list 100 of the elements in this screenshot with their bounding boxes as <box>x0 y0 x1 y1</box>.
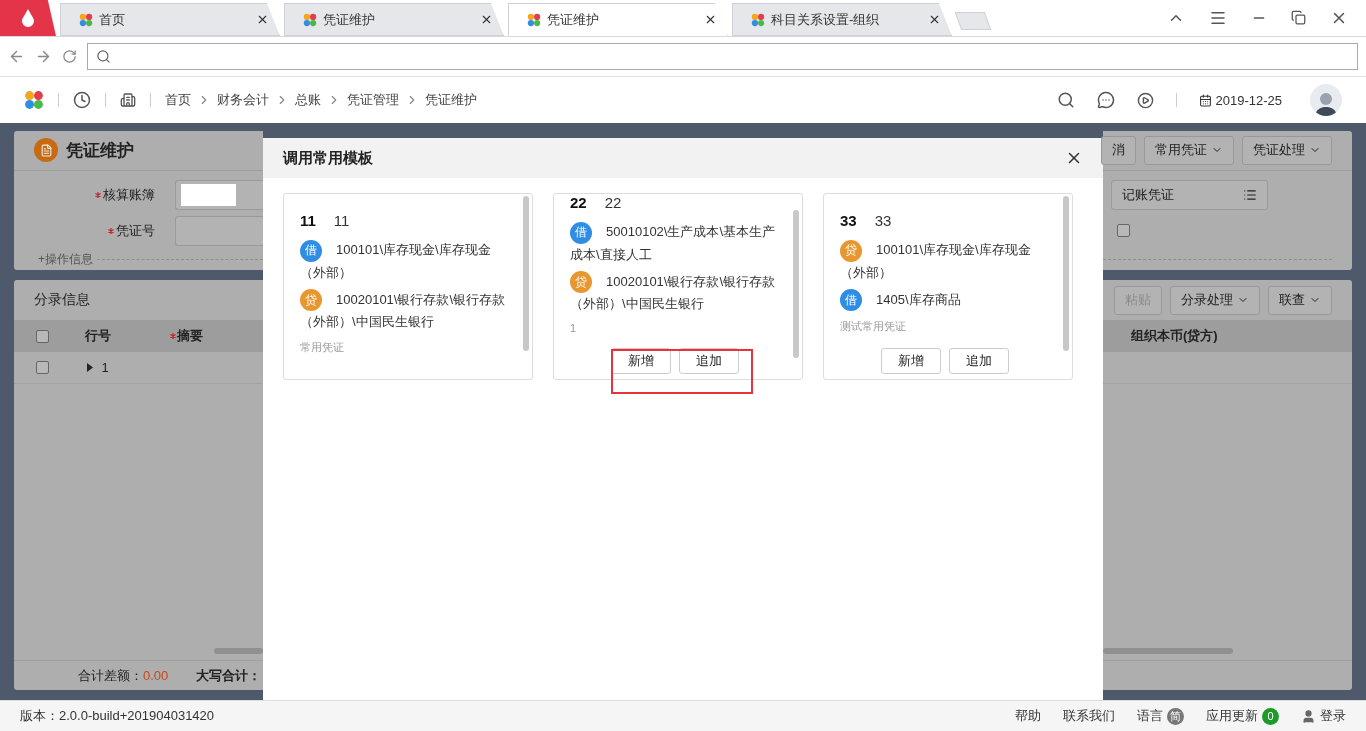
toolbar-button[interactable]: 常用凭证 <box>1144 135 1234 165</box>
side-badge: 贷 <box>840 239 862 262</box>
required-icon <box>108 227 114 234</box>
page-title: 凭证维护 <box>66 139 134 162</box>
scrollbar[interactable] <box>523 196 529 351</box>
template-note: 测试常用凭证 <box>840 319 907 335</box>
play-icon[interactable] <box>1136 91 1154 109</box>
drop-logo-icon <box>21 8 35 27</box>
logo-icon <box>527 12 541 27</box>
template-card[interactable]: 33 33 贷 100101\库存现金\库存现金（外部） 借 1405\库存商品 测试常用凭证 新增 追加 <box>823 193 1073 380</box>
version-text: 版本：2.0.0-build+201904031420 <box>20 707 215 725</box>
breadcrumb-link[interactable]: 财务会计 <box>217 91 269 109</box>
expand-icon[interactable] <box>87 363 94 372</box>
close-icon[interactable] <box>256 13 269 26</box>
card-button[interactable]: 追加 <box>949 348 1009 375</box>
close-icon[interactable] <box>704 13 717 26</box>
entry-account: 借 1405\库存商品 <box>840 288 1050 312</box>
date-text: 2019-12-25 <box>1215 92 1282 108</box>
count-badge: 0 <box>1262 707 1279 725</box>
footer-link[interactable]: 帮助 <box>1015 707 1041 725</box>
input-field[interactable] <box>175 215 263 246</box>
login-link[interactable]: 登录 <box>1320 707 1346 725</box>
dialog-title: 调用常用模板 <box>283 148 373 168</box>
entry-account: 贷 10020101\银行存款\银行存款（外部）\中国民生银行 <box>570 270 777 314</box>
section-title: 分录信息 <box>34 291 90 309</box>
avatar[interactable] <box>1310 84 1342 116</box>
list-icon <box>1243 187 1257 202</box>
restore-icon[interactable] <box>1291 10 1306 25</box>
checkbox[interactable] <box>35 361 49 374</box>
breadcrumb-link[interactable]: 凭证维护 <box>425 91 477 109</box>
side-badge: 贷 <box>300 289 322 312</box>
breadcrumb-link[interactable]: 首页 <box>165 91 191 109</box>
browser-tab[interactable]: 科目关系设置-组织 <box>732 3 952 36</box>
search-icon <box>96 49 111 64</box>
logo-icon <box>751 12 765 27</box>
scrollbar[interactable] <box>793 210 799 358</box>
card-button[interactable]: 新增 <box>881 348 941 375</box>
language-badge: 简 <box>1167 707 1184 725</box>
template-card[interactable]: 11 11 借 100101\库存现金\库存现金（外部） 贷 10020101\银行存款\银行存款（外部）\中国民生银行 常用凭证 <box>283 193 533 380</box>
breadcrumb-link[interactable]: 凭证管理 <box>347 91 399 109</box>
voucher-type-select[interactable]: 记账凭证 <box>1111 179 1268 210</box>
scrollbar[interactable] <box>214 648 263 654</box>
card-button[interactable]: 追加 <box>679 348 739 375</box>
logo-icon <box>24 90 44 110</box>
calendar-icon <box>1198 93 1212 107</box>
entry-account: 借 50010102\生产成本\基本生产成本\直接人工 <box>570 221 780 265</box>
required-icon <box>95 191 101 198</box>
browser-tab[interactable]: 凭证维护 <box>508 3 728 36</box>
toolbar-button[interactable]: 消 <box>1101 135 1136 165</box>
toolbar-button[interactable]: 凭证处理 <box>1242 135 1332 165</box>
template-note: 1 <box>570 322 578 335</box>
close-icon[interactable] <box>480 13 493 26</box>
required-icon <box>169 333 176 339</box>
operation-info-link[interactable]: +操作信息 <box>38 250 93 268</box>
address-field[interactable] <box>87 43 1358 70</box>
template-code: 33 <box>840 212 857 229</box>
back-icon[interactable] <box>8 48 25 65</box>
side-badge: 借 <box>840 289 862 312</box>
browser-tab[interactable]: 首页 <box>60 3 280 36</box>
forward-icon[interactable] <box>35 48 52 65</box>
scrollbar[interactable] <box>1063 196 1069 351</box>
side-badge: 贷 <box>570 271 592 294</box>
user-icon <box>1301 708 1316 724</box>
clock-icon[interactable] <box>73 91 91 109</box>
toolbar-button[interactable]: 联查 <box>1268 285 1332 315</box>
language-link[interactable]: 语言 <box>1137 707 1163 725</box>
breadcrumb-link[interactable]: 总账 <box>295 91 321 109</box>
footer-link[interactable]: 联系我们 <box>1063 707 1115 725</box>
input-field[interactable] <box>175 179 263 210</box>
column-header: 行号 <box>84 327 112 345</box>
search-icon[interactable] <box>1056 91 1075 109</box>
scrollbar[interactable] <box>1103 648 1233 654</box>
template-note: 常用凭证 <box>300 340 345 356</box>
entry-account: 贷 100101\库存现金\库存现金（外部） <box>840 239 1050 283</box>
side-badge: 借 <box>570 221 592 244</box>
building-icon[interactable] <box>120 92 136 108</box>
close-icon[interactable] <box>928 13 941 26</box>
field-label: 凭证号 <box>116 221 155 240</box>
updates-link[interactable]: 应用更新 <box>1206 707 1258 725</box>
toolbar-button[interactable]: 分录处理 <box>1170 285 1260 315</box>
column-header: 摘要 <box>146 327 226 345</box>
template-card[interactable]: 22 22 借 50010102\生产成本\基本生产成本\直接人工 贷 10020101\银行存款\银行存款（外部）\中国民生银行 1 新增 追加 <box>553 193 803 380</box>
table-cell: 1 <box>101 360 109 375</box>
chat-icon[interactable] <box>1096 91 1115 109</box>
template-name: 22 <box>604 194 622 211</box>
checkbox[interactable] <box>35 329 49 343</box>
template-name: 33 <box>874 212 892 229</box>
refresh-icon[interactable] <box>62 49 77 64</box>
logo-icon <box>79 12 93 27</box>
browser-tab[interactable]: 凭证维护 <box>284 3 504 36</box>
field-label: 核算账簿 <box>103 185 155 204</box>
document-icon <box>34 138 58 163</box>
column-header: 组织本币(贷方) <box>1131 327 1218 345</box>
entry-account: 贷 10020101\银行存款\银行存款（外部）\中国民生银行 <box>300 288 507 332</box>
entry-account: 借 100101\库存现金\库存现金（外部） <box>300 239 510 283</box>
side-badge: 借 <box>300 239 322 262</box>
checkbox[interactable] <box>1117 224 1130 237</box>
template-code: 11 <box>300 212 316 229</box>
uppercase-total-label: 大写合计： <box>196 666 262 685</box>
template-code: 22 <box>570 194 587 211</box>
